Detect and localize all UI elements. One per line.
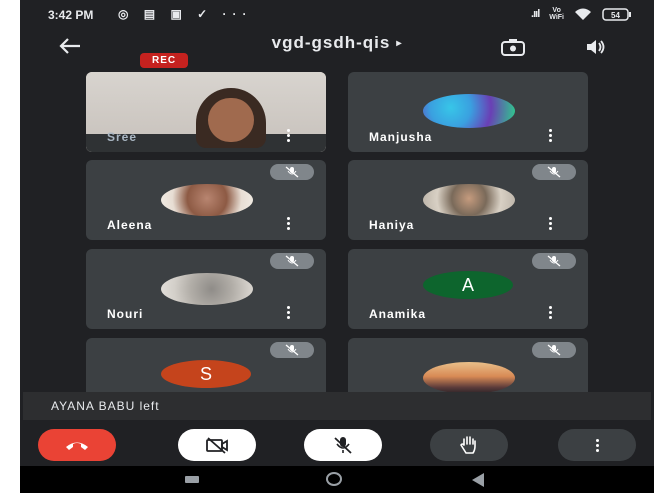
battery-level: 54 — [611, 11, 620, 20]
battery-icon: 54 — [602, 7, 632, 21]
wifi-icon — [574, 8, 592, 21]
participant-tile[interactable]: Manjusha — [348, 72, 588, 152]
avatar — [423, 94, 515, 128]
raise-hand-button[interactable] — [430, 429, 508, 461]
participant-tile[interactable]: A Anamika — [348, 249, 588, 329]
participant-name: Haniya — [369, 218, 415, 232]
avatar — [161, 184, 253, 216]
letter-avatar: S — [161, 360, 251, 388]
more-options-icon[interactable] — [287, 129, 290, 144]
vowifi-icon: Vo WiFi — [549, 7, 564, 21]
recents-icon[interactable] — [185, 476, 199, 483]
system-icons: .ııl Vo WiFi 54 — [531, 7, 632, 21]
participant-name: Aleena — [107, 218, 153, 232]
mic-off-icon — [334, 437, 352, 454]
home-icon[interactable] — [326, 472, 342, 486]
participant-name: Manjusha — [369, 130, 433, 144]
participant-left-toast: AYANA BABU left — [23, 392, 651, 420]
speaker-icon[interactable] — [585, 38, 607, 61]
meeting-code: vgd-gsdh-qis — [271, 33, 391, 52]
mic-off-icon — [270, 342, 314, 358]
status-time: 3:42 PM — [48, 8, 94, 22]
camera-toggle-button[interactable] — [178, 429, 256, 461]
more-options-icon[interactable] — [549, 217, 552, 232]
meeting-title[interactable]: vgd-gsdh-qis ▸ — [20, 33, 654, 53]
status-bar: 3:42 PM ◎ ▤ ▣ ✓ ··· .ııl Vo WiFi 54 — [20, 0, 654, 30]
more-options-icon — [595, 438, 599, 452]
participant-name: Sree — [107, 130, 138, 144]
phone-screen: 3:42 PM ◎ ▤ ▣ ✓ ··· .ııl Vo WiFi 54 vgd-g… — [20, 0, 654, 493]
participant-tile[interactable]: Nouri — [86, 249, 326, 329]
participant-tile[interactable]: Haniya — [348, 160, 588, 240]
avatar — [423, 362, 515, 394]
more-options-icon[interactable] — [549, 306, 552, 321]
letter-avatar: A — [423, 271, 513, 299]
mic-off-icon — [532, 253, 576, 269]
toast-message: AYANA BABU left — [51, 399, 160, 413]
camera-off-icon — [206, 437, 228, 454]
mic-off-icon — [270, 164, 314, 180]
more-options-icon[interactable] — [287, 306, 290, 321]
participant-tile[interactable]: Sree — [86, 72, 326, 152]
more-options-icon[interactable] — [287, 217, 290, 232]
more-options-button[interactable] — [558, 429, 636, 461]
recording-badge: REC — [140, 53, 189, 68]
participant-tile[interactable]: Aleena — [86, 160, 326, 240]
participant-name: Anamika — [369, 307, 427, 321]
end-call-button[interactable] — [38, 429, 116, 461]
mic-off-icon — [532, 342, 576, 358]
meeting-header: vgd-gsdh-qis ▸ REC — [20, 28, 654, 70]
more-options-icon[interactable] — [549, 129, 552, 144]
avatar — [423, 184, 515, 216]
raise-hand-icon — [460, 436, 476, 454]
mic-off-icon — [532, 164, 576, 180]
back-icon[interactable] — [472, 473, 484, 487]
switch-camera-icon[interactable] — [500, 38, 526, 63]
participant-name: Nouri — [107, 307, 144, 321]
mic-off-icon — [270, 253, 314, 269]
chevron-right-icon: ▸ — [396, 38, 403, 49]
mic-toggle-button[interactable] — [304, 429, 382, 461]
system-navigation-bar — [20, 466, 654, 493]
end-call-icon — [66, 442, 88, 450]
call-controls — [20, 424, 654, 466]
avatar — [161, 273, 253, 305]
notification-icons: ◎ ▤ ▣ ✓ ··· — [118, 7, 253, 21]
signal-icon: .ııl — [531, 8, 540, 20]
